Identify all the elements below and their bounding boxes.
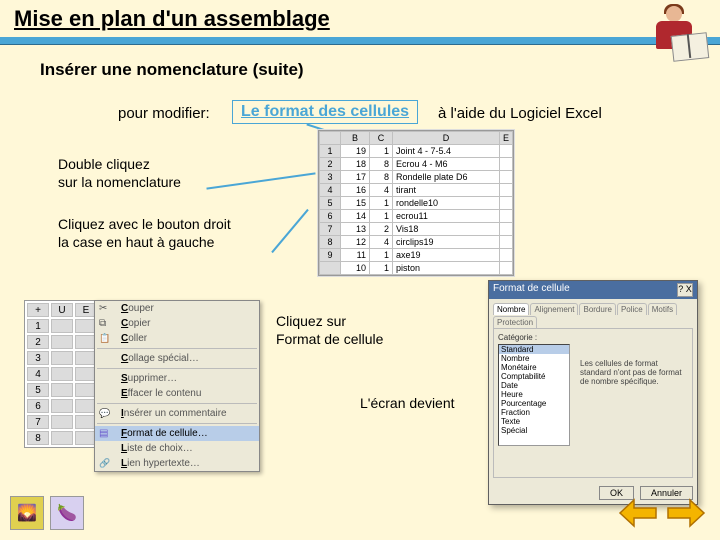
link-icon: [99, 458, 113, 470]
menu-item[interactable]: Effacer le contenu: [95, 386, 259, 401]
copy-icon: [99, 318, 113, 330]
dialog-title: Format de cellule: [493, 283, 570, 297]
dialog-titlebar[interactable]: Format de cellule ? X: [489, 281, 697, 299]
tab[interactable]: Bordure: [579, 303, 615, 315]
menu-item[interactable]: Coller: [95, 331, 259, 346]
menu-item[interactable]: Insérer un commentaire: [95, 406, 259, 421]
format-cell-dialog: Format de cellule ? X NombreAlignementBo…: [488, 280, 698, 505]
menu-item[interactable]: Format de cellule…: [95, 426, 259, 441]
menu-item[interactable]: Lien hypertexte…: [95, 456, 259, 471]
tab-number[interactable]: Nombre: [493, 303, 529, 315]
tab[interactable]: Alignement: [530, 303, 578, 315]
menu-item[interactable]: Couper: [95, 301, 259, 316]
menu-item[interactable]: Copier: [95, 316, 259, 331]
pointer-line: [271, 209, 309, 253]
tab[interactable]: Police: [617, 303, 647, 315]
tab[interactable]: Protection: [493, 316, 537, 328]
excel-screenshot: BCDE 1191Joint 4 - 7-5.42188Ecrou 4 - M6…: [318, 130, 514, 276]
context-menu-block: +UE 12345678 CouperCopierCollerCollage s…: [24, 300, 100, 448]
nav-next-button[interactable]: [664, 496, 706, 530]
context-menu[interactable]: CouperCopierColler Collage spécial… Suppri…: [94, 300, 260, 472]
dialog-tabs[interactable]: NombreAlignementBordurePoliceMotifs Prote…: [489, 299, 697, 328]
landscape-icon[interactable]: 🌄: [10, 496, 44, 530]
chart-icon: [99, 428, 113, 440]
label-modify: pour modifier:: [118, 105, 210, 122]
footer-icons: 🌄 🍆: [10, 496, 84, 530]
close-icon[interactable]: ? X: [677, 283, 693, 297]
menu-item[interactable]: Collage spécial…: [95, 351, 259, 366]
comment-icon: [99, 408, 113, 420]
instruction-doubleclick: Double cliquez sur la nomenclature: [58, 155, 181, 191]
format-cells-link[interactable]: Le format des cellules: [232, 100, 418, 124]
category-label: Catégorie :: [498, 333, 688, 342]
format-description: Les cellules de format standard n'ont pa…: [580, 359, 686, 386]
category-listbox[interactable]: StandardNombreMonétaireComptabilitéDateH…: [498, 344, 570, 446]
menu-item[interactable]: Supprimer…: [95, 371, 259, 386]
paste-icon: [99, 333, 113, 345]
instruction-screen: L'écran devient: [360, 395, 455, 411]
nav-prev-button[interactable]: [618, 496, 660, 530]
sketch-icon[interactable]: 🍆: [50, 496, 84, 530]
instruction-clickformat: Cliquez sur Format de cellule: [276, 312, 383, 348]
menu-item[interactable]: Liste de choix…: [95, 441, 259, 456]
pointer-line: [206, 172, 315, 189]
nav-arrows: [618, 496, 706, 530]
row-headers: +UE 12345678: [24, 300, 100, 448]
cut-icon: [99, 303, 113, 315]
instruction-rightclick: Cliquez avec le bouton droit la case en …: [58, 215, 231, 251]
label-excel: à l'aide du Logiciel Excel: [438, 105, 602, 122]
tab[interactable]: Motifs: [648, 303, 677, 315]
title-bar: [0, 37, 720, 45]
subtitle: Insérer une nomenclature (suite): [40, 60, 304, 80]
reader-illustration: [638, 4, 708, 64]
page-title: Mise en plan d'un assemblage: [14, 6, 330, 32]
